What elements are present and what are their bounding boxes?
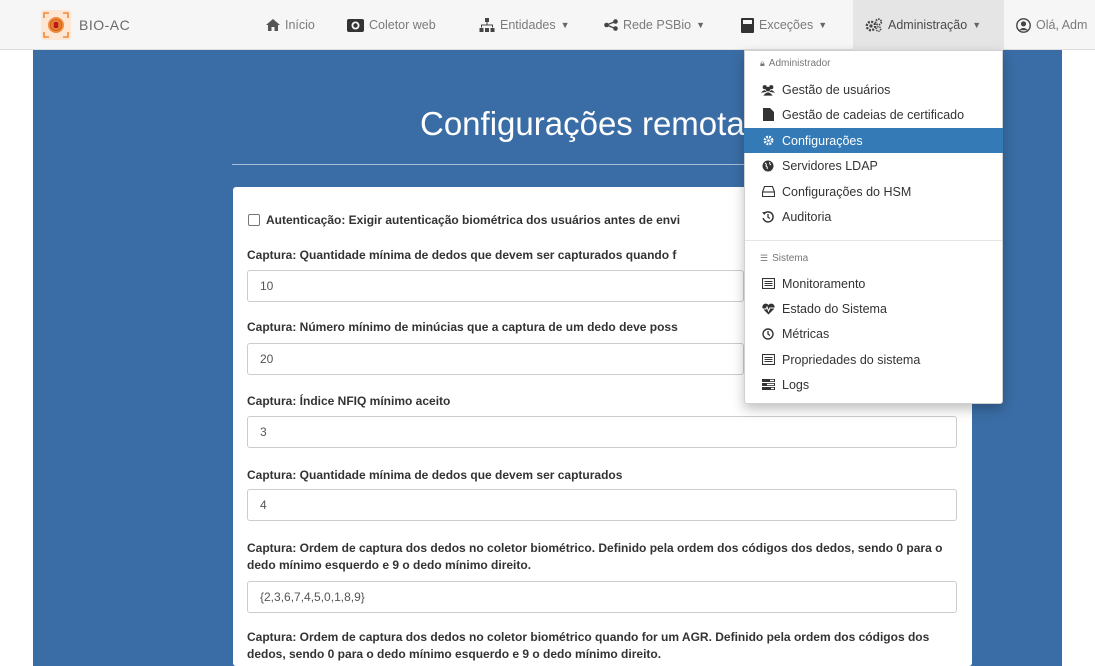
sliders-icon: ☰ xyxy=(760,253,769,263)
nav-coletor-web[interactable]: Coletor web xyxy=(347,0,436,50)
book-icon xyxy=(741,17,754,33)
brand[interactable]: BIO-AC xyxy=(40,8,130,42)
tasks-icon xyxy=(761,379,775,390)
menu-item-label: Monitoramento xyxy=(782,276,866,291)
min-fingers-value: 4 xyxy=(260,498,267,512)
min-fingers-when-value: 10 xyxy=(260,279,274,293)
page-title: Configurações remotas xyxy=(420,105,762,142)
menu-item-label: Métricas xyxy=(782,326,830,341)
dropdown-header-sistema: ☰ Sistema xyxy=(760,253,808,264)
nav-inicio[interactable]: Início xyxy=(266,0,315,50)
nav-rede-psbio[interactable]: Rede PSBio ▼ xyxy=(604,0,705,50)
list-alt-icon xyxy=(761,354,775,365)
menu-item-gestao-usuarios[interactable]: Gestão de usuários xyxy=(744,77,1003,102)
auth-checkbox-row[interactable]: Autenticação: Exigir autenticação biomét… xyxy=(248,213,680,227)
share-icon xyxy=(604,19,618,31)
menu-item-label: Configurações do HSM xyxy=(782,184,912,199)
camera-icon xyxy=(347,18,364,32)
menu-item-auditoria[interactable]: Auditoria xyxy=(744,204,1003,229)
chevron-down-icon: ▼ xyxy=(972,20,982,30)
hdd-icon xyxy=(761,186,775,197)
field-label-capture-order: Captura: Ordem de captura dos dedos no c… xyxy=(247,541,943,572)
top-navbar: BIO-AC Início Coletor web Entidades ▼ Re… xyxy=(0,0,1095,50)
menu-item-label: Logs xyxy=(782,377,810,392)
nav-coletor-web-label: Coletor web xyxy=(369,18,436,32)
menu-item-label: Gestão de usuários xyxy=(782,82,891,97)
field-label-capture-order-agr: Captura: Ordem de captura dos dedos no c… xyxy=(247,630,930,661)
dropdown-divider xyxy=(745,240,1002,241)
dropdown-header-admin: 🔒︎ Administrador xyxy=(760,58,831,69)
auth-checkbox[interactable] xyxy=(248,214,260,226)
min-fingers-input[interactable]: 4 xyxy=(247,489,957,521)
auth-checkbox-label: Autenticação: Exigir autenticação biomét… xyxy=(266,213,681,227)
capture-order-input[interactable]: {2,3,6,7,4,5,0,1,8,9} xyxy=(247,581,957,613)
brand-name: BIO-AC xyxy=(79,17,131,33)
menu-item-label: Servidores LDAP xyxy=(782,158,878,173)
menu-item-label: Propriedades do sistema xyxy=(782,352,921,367)
file-icon xyxy=(761,108,775,121)
nav-administracao[interactable]: Administração ▼ xyxy=(853,0,1004,50)
menu-item-label: Estado do Sistema xyxy=(782,301,887,316)
nav-excecoes-label: Exceções xyxy=(759,18,814,32)
menu-item-metricas[interactable]: Métricas xyxy=(744,321,1003,346)
nav-rede-psbio-label: Rede PSBio xyxy=(623,18,692,32)
chevron-down-icon: ▼ xyxy=(818,20,828,30)
clock-icon xyxy=(761,327,775,340)
chevron-down-icon: ▼ xyxy=(696,20,706,30)
nav-administracao-label: Administração xyxy=(888,18,968,32)
gear-icon xyxy=(761,135,775,146)
fingerprint-logo-icon xyxy=(40,9,72,41)
nav-excecoes[interactable]: Exceções ▼ xyxy=(741,0,827,50)
menu-item-propriedades[interactable]: Propriedades do sistema xyxy=(744,347,1003,372)
menu-item-label: Gestão de cadeias de certificado xyxy=(782,107,965,122)
menu-item-gestao-cadeias[interactable]: Gestão de cadeias de certificado xyxy=(744,102,1003,127)
menu-item-servidores-ldap[interactable]: Servidores LDAP xyxy=(744,153,1003,178)
field-label-min-fingers-when: Captura: Quantidade mínima de dedos que … xyxy=(247,248,677,262)
nav-inicio-label: Início xyxy=(285,18,315,32)
field-label-min-minutiae: Captura: Número mínimo de minúcias que a… xyxy=(247,320,678,334)
dropdown-header-sistema-label: Sistema xyxy=(772,253,809,264)
nav-entidades-label: Entidades xyxy=(500,18,556,32)
sitemap-icon xyxy=(479,18,495,32)
field-label-min-fingers: Captura: Quantidade mínima de dedos que … xyxy=(247,468,623,482)
users-icon xyxy=(761,84,775,96)
nfiq-input[interactable]: 3 xyxy=(247,416,957,448)
home-icon xyxy=(266,19,280,31)
menu-item-monitoramento[interactable]: Monitoramento xyxy=(744,271,1003,296)
lock-icon: 🔒︎ xyxy=(760,58,765,68)
user-circle-icon xyxy=(1016,17,1031,33)
cogs-icon xyxy=(865,18,883,32)
menu-item-label: Configurações xyxy=(782,133,863,148)
nav-user-greeting[interactable]: Olá, Adm xyxy=(1016,0,1087,50)
capture-order-value: {2,3,6,7,4,5,0,1,8,9} xyxy=(260,590,365,604)
menu-item-config-hsm[interactable]: Configurações do HSM xyxy=(744,179,1003,204)
history-icon xyxy=(761,210,775,223)
nav-user-greeting-label: Olá, Adm xyxy=(1036,18,1088,32)
nav-entidades[interactable]: Entidades ▼ xyxy=(479,0,570,50)
menu-item-estado-sistema[interactable]: Estado do Sistema xyxy=(744,296,1003,321)
nfiq-value: 3 xyxy=(260,425,267,439)
menu-item-configuracoes[interactable]: Configurações xyxy=(744,128,1003,153)
list-alt-icon xyxy=(761,278,775,289)
min-minutiae-input[interactable]: 20 xyxy=(247,343,744,375)
min-fingers-when-input[interactable]: 10 xyxy=(247,270,744,302)
min-minutiae-value: 20 xyxy=(260,352,274,366)
globe-icon xyxy=(761,160,775,172)
field-label-nfiq: Captura: Índice NFIQ mínimo aceito xyxy=(247,394,451,408)
dropdown-header-admin-label: Administrador xyxy=(768,58,831,69)
menu-item-label: Auditoria xyxy=(782,209,832,224)
menu-item-logs[interactable]: Logs xyxy=(744,372,1003,397)
heartbeat-icon xyxy=(761,303,775,315)
chevron-down-icon: ▼ xyxy=(560,20,570,30)
